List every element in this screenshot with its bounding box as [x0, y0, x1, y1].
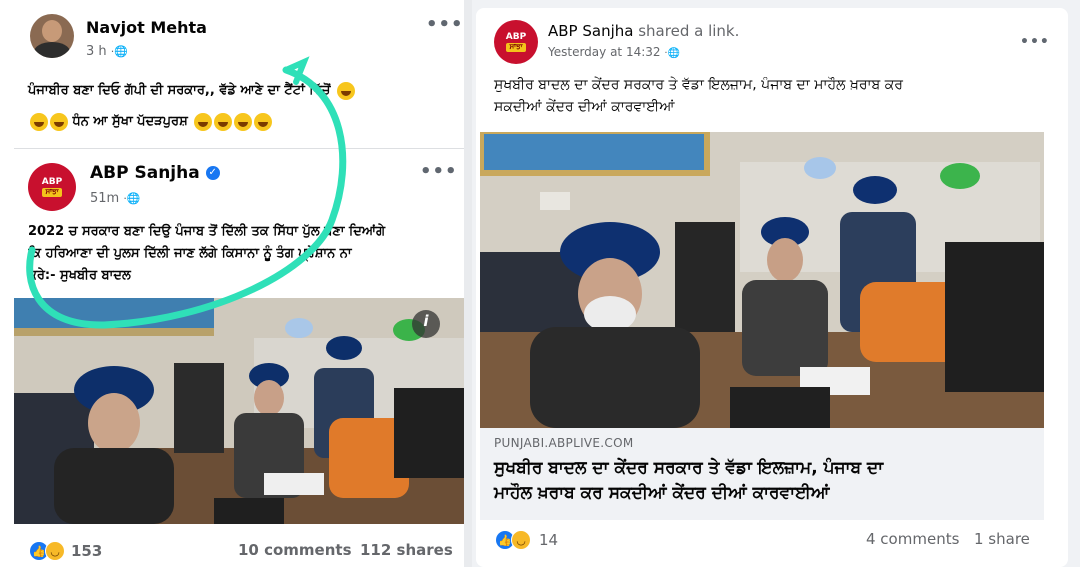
reaction-summary[interactable]: 👍 ◡ 153 — [30, 541, 102, 561]
link-preview-footer[interactable]: PUNJABI.ABPLIVE.COM ਸੁਖਬੀਰ ਬਾਦਲ ਦਾ ਕੇਂਦਰ… — [480, 428, 1044, 520]
page-name[interactable]: ABP Sanjha — [548, 22, 633, 40]
reaction-summary[interactable]: 👍 ◡ 14 — [496, 530, 558, 550]
globe-icon: ·🌐 — [664, 48, 680, 59]
link-title: ਸੁਖਬੀਰ ਬਾਦਲ ਦਾ ਕੇਂਦਰ ਸਰਕਾਰ ਤੇ ਵੱਡਾ ਇਲਜ਼ਾ… — [494, 456, 1034, 506]
comments-count[interactable]: 10 comments — [238, 541, 352, 559]
logo-line1: ABP — [505, 31, 527, 42]
logo-line2: ਸਾਂਝਾ — [506, 42, 526, 52]
left-post: Navjot Mehta 3 h ·🌐 ••• ਪੰਜਾਬੀਰ ਬਣਾ ਦਿਓ … — [14, 0, 464, 567]
link-domain: PUNJABI.ABPLIVE.COM — [494, 436, 634, 450]
shares-count[interactable]: 1 share — [974, 530, 1030, 548]
post-text-line2: ਸਕਦੀਆਂ ਕੇਂਦਰ ਦੀਆਂ ਕਾਰਵਾਈਆਂ — [494, 99, 675, 115]
post-time[interactable]: Yesterday at 14:32 ·🌐 — [548, 45, 680, 59]
reaction-count: 153 — [71, 542, 103, 560]
reaction-count: 14 — [539, 531, 559, 549]
post-time-text: Yesterday at 14:32 — [548, 45, 661, 59]
more-options-icon[interactable]: ••• — [1020, 34, 1050, 50]
panel-divider — [464, 0, 472, 567]
shared-text: shared a link. — [638, 22, 740, 40]
link-title-line1: ਸੁਖਬੀਰ ਬਾਦਲ ਦਾ ਕੇਂਦਰ ਸਰਕਾਰ ਤੇ ਵੱਡਾ ਇਲਜ਼ਾ… — [494, 458, 884, 478]
annotation-circle — [26, 56, 347, 329]
post-text-line1: ਸੁਖਬੀਰ ਬਾਦਲ ਦਾ ਕੇਂਦਰ ਸਰਕਾਰ ਤੇ ਵੱਡਾ ਇਲਜ਼ਾ… — [494, 77, 903, 93]
abp-logo[interactable]: ABP ਸਾਂਝਾ — [494, 20, 538, 64]
post-header: ABP Sanjha shared a link. — [548, 22, 739, 40]
link-preview-image[interactable] — [480, 132, 1044, 428]
shares-count[interactable]: 112 shares — [360, 541, 453, 559]
post-card: ABP ਸਾਂਝਾ ABP Sanjha shared a link. Yest… — [476, 8, 1068, 567]
haha-icon: ◡ — [511, 530, 531, 550]
link-title-line2: ਮਾਹੌਲ ਖ਼ਰਾਬ ਕਰ ਸਕਦੀਆਂ ਕੇਂਦਰ ਦੀਆਂ ਕਾਰਵਾਈਆ… — [494, 483, 830, 503]
comments-count[interactable]: 4 comments — [866, 530, 959, 548]
post-text: ਸੁਖਬੀਰ ਬਾਦਲ ਦਾ ਕੇਂਦਰ ਸਰਕਾਰ ਤੇ ਵੱਡਾ ਇਲਜ਼ਾ… — [494, 74, 1060, 118]
meeting-photo — [480, 132, 1044, 428]
haha-icon: ◡ — [45, 541, 65, 561]
right-post: ABP ਸਾਂਝਾ ABP Sanjha shared a link. Yest… — [472, 0, 1080, 567]
